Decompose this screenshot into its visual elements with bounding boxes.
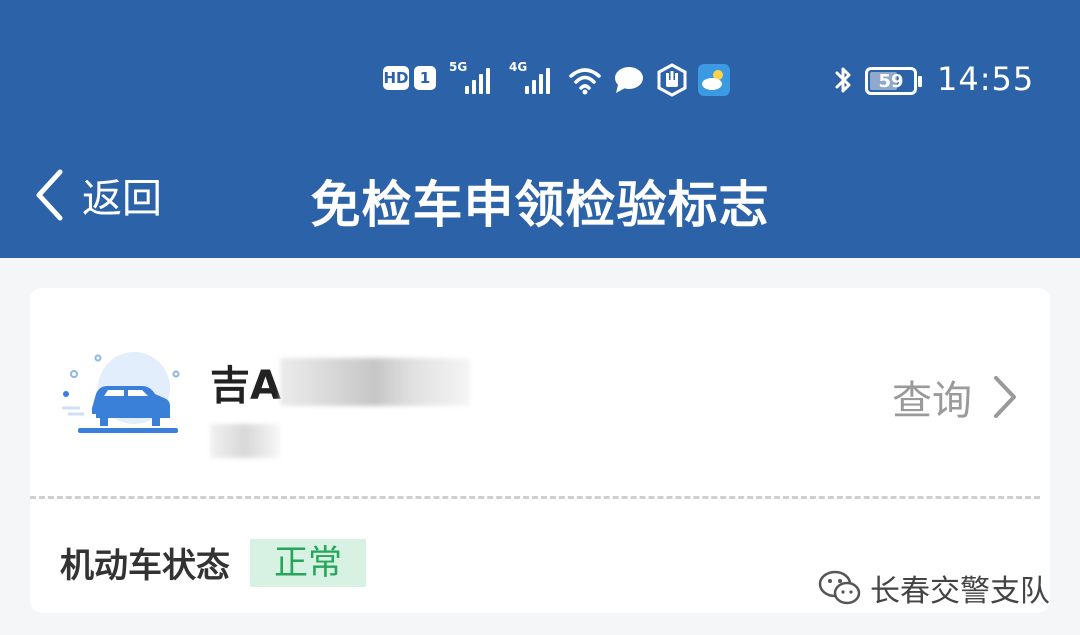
- message-bubble-icon: [615, 67, 643, 93]
- vehicle-status-row: 机动车状态 正常: [60, 538, 366, 587]
- status-bar: HD 1 5G 4G 59 14:55: [0, 58, 1080, 106]
- query-button[interactable]: 查询: [892, 368, 1020, 426]
- clock: 14:55: [937, 60, 1035, 98]
- query-label: 查询: [892, 378, 972, 424]
- car-icon: [62, 352, 180, 433]
- wechat-icon: [818, 570, 861, 605]
- vehicle-status-label: 机动车状态: [60, 546, 230, 586]
- plate-redacted: [280, 358, 470, 406]
- status-badge: 正常: [250, 538, 366, 587]
- hand-shield-icon: [657, 63, 687, 97]
- hd-voice-badge: HD: [383, 66, 409, 90]
- signal-strength-icon: [463, 66, 497, 94]
- bluetooth-icon: [835, 67, 851, 93]
- sim-badge: 1: [414, 66, 436, 90]
- signal-strength-icon: [523, 66, 557, 94]
- info-redacted: [210, 424, 280, 458]
- plate-number: 吉A: [210, 363, 281, 409]
- vehicle-card: 吉A 查询 机动车状态 正常: [30, 288, 1050, 613]
- weather-app-icon: [698, 64, 730, 96]
- top-bar: HD 1 5G 4G 59 14:55 返回 免检车申领检验标志: [0, 0, 1080, 258]
- dashed-divider: [30, 496, 1040, 499]
- battery-percent: 59: [878, 71, 904, 92]
- wifi-icon: [569, 68, 601, 95]
- page-title: 免检车申领检验标志: [0, 165, 1080, 237]
- page-title-text: 免检车申领检验标志: [310, 176, 770, 234]
- watermark: 长春交警支队: [818, 566, 1050, 610]
- chevron-right-icon: [994, 376, 1016, 418]
- watermark-text: 长春交警支队: [870, 574, 1050, 609]
- battery-icon: 59: [865, 67, 922, 95]
